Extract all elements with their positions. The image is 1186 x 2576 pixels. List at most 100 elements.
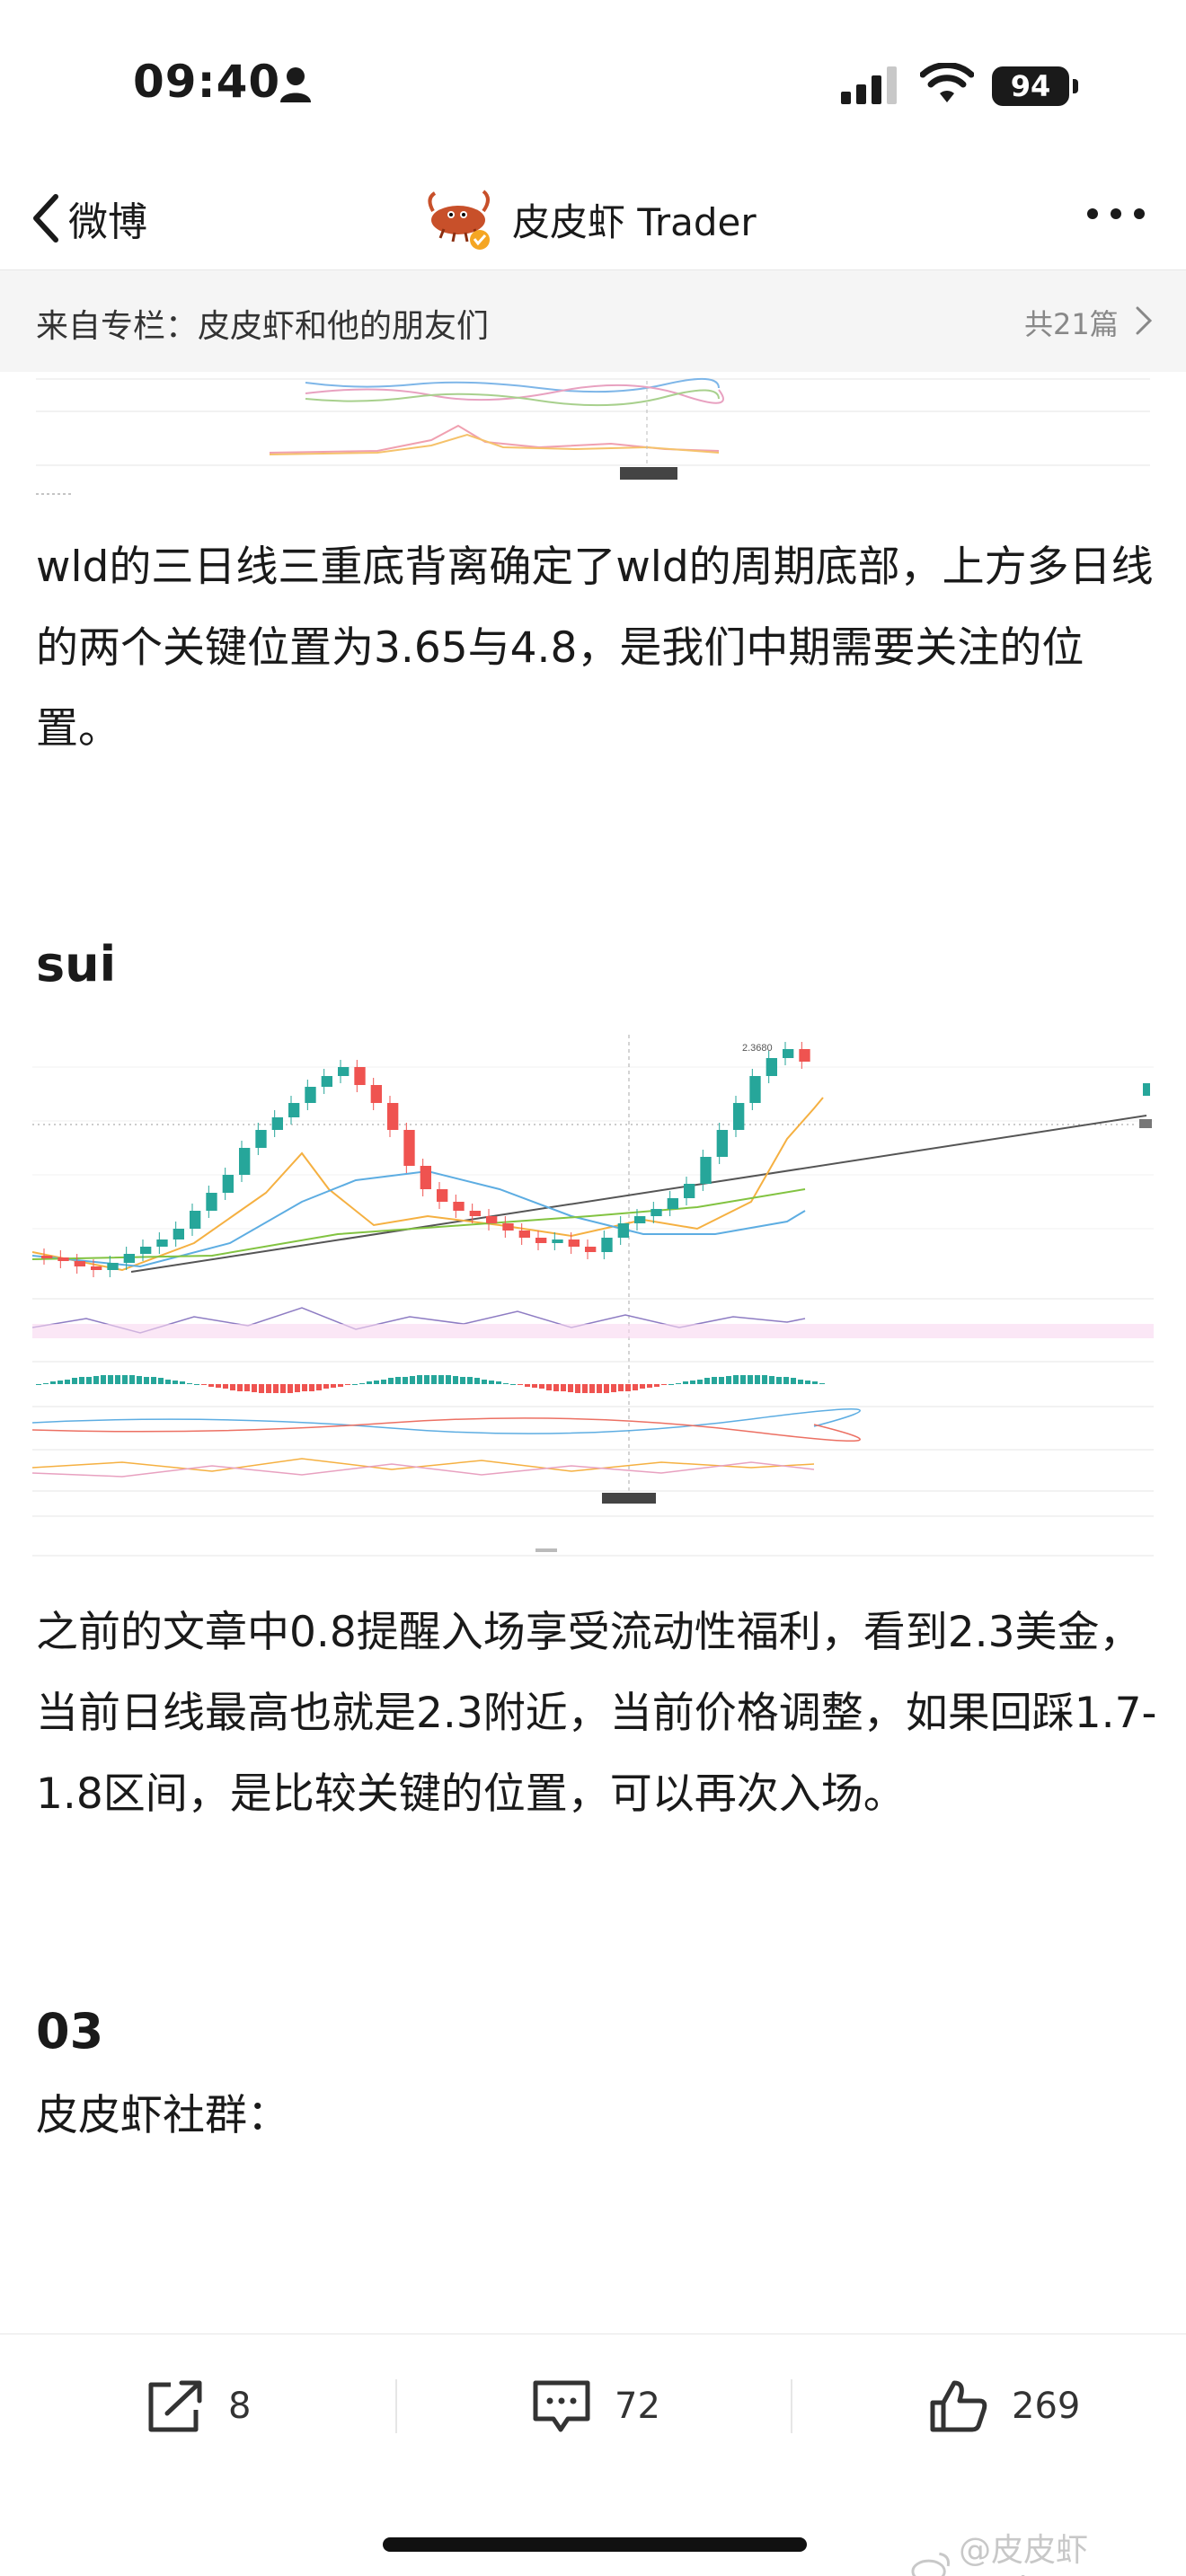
macd-bar	[223, 1384, 228, 1389]
candle-body	[617, 1223, 629, 1238]
macd-bar	[604, 1384, 609, 1393]
macd-bar	[137, 1376, 142, 1384]
macd-bar	[345, 1384, 350, 1385]
macd-bar	[769, 1376, 774, 1384]
macd-bar	[503, 1383, 509, 1384]
macd-bar	[482, 1380, 487, 1384]
macd-bar	[72, 1378, 77, 1384]
candle-body	[486, 1216, 498, 1223]
macd-bar	[101, 1375, 106, 1384]
macd-bar	[352, 1384, 358, 1385]
svg-text:2.3680: 2.3680	[742, 1043, 773, 1054]
weibo-watermark: @皮皮虾Trader	[909, 2524, 1186, 2576]
macd-bar	[712, 1377, 717, 1384]
macd-bar	[367, 1381, 372, 1384]
candle-body	[222, 1175, 234, 1193]
sui-chart-image[interactable]: 2.3680	[32, 1031, 1154, 1557]
candle-body	[733, 1103, 745, 1130]
share-button[interactable]: 8	[144, 2370, 251, 2442]
status-bar: 09:40 94	[0, 0, 1186, 171]
battery-tip	[1073, 79, 1078, 93]
candle-body	[783, 1049, 794, 1058]
comment-button[interactable]: 72	[530, 2370, 660, 2442]
macd-bar	[467, 1377, 473, 1384]
column-title: 来自专栏：皮皮虾和他的朋友们	[36, 308, 490, 345]
weibo-logo-icon	[911, 2552, 950, 2576]
macd-bar	[216, 1384, 221, 1388]
macd-bar	[359, 1383, 365, 1384]
article-paragraph: 之前的文章中0.8提醒入场享受流动性福利，看到2.3美金，当前日线最高也就是2.…	[36, 1608, 1157, 1819]
macd-bar	[417, 1375, 422, 1384]
candle-body	[453, 1202, 465, 1211]
macd-bar	[561, 1384, 566, 1391]
candle-body	[156, 1239, 168, 1247]
macd-bar	[618, 1384, 624, 1391]
column-article-count: 共21篇	[1024, 307, 1119, 341]
macd-bar	[755, 1375, 760, 1384]
macd-bar	[791, 1378, 796, 1384]
macd-bar	[683, 1381, 688, 1384]
candle-body	[601, 1238, 613, 1252]
macd-bar	[194, 1384, 199, 1385]
candle-body	[518, 1231, 530, 1238]
macd-bar	[331, 1384, 336, 1388]
macd-bar	[647, 1384, 652, 1388]
more-icon[interactable]	[1084, 203, 1148, 225]
candle-body	[634, 1216, 646, 1223]
candle-body	[354, 1067, 366, 1085]
comment-count: 72	[615, 2386, 660, 2427]
macd-bar	[460, 1377, 465, 1384]
macd-bar	[244, 1384, 250, 1391]
macd-bar	[230, 1384, 235, 1390]
macd-bar	[338, 1384, 343, 1387]
macd-bar	[403, 1377, 408, 1384]
macd-bar	[690, 1381, 695, 1384]
macd-bar	[611, 1384, 616, 1392]
macd-bar	[288, 1384, 293, 1393]
macd-bar	[575, 1384, 580, 1393]
macd-bar	[295, 1384, 300, 1392]
macd-bar	[783, 1377, 789, 1384]
macd-bar	[424, 1375, 429, 1384]
candle-body	[370, 1085, 382, 1103]
macd-bar	[489, 1381, 494, 1384]
macd-bar	[43, 1383, 49, 1384]
thumbs-up-icon	[930, 2380, 987, 2432]
macd-bar	[158, 1378, 164, 1384]
macd-bar	[697, 1380, 703, 1384]
macd-bar	[266, 1384, 271, 1393]
avatar[interactable]	[424, 184, 494, 254]
candle-body	[749, 1076, 761, 1103]
back-button[interactable]: 微博	[27, 187, 147, 250]
candle-body	[239, 1148, 251, 1175]
chevron-right-icon	[1136, 306, 1153, 335]
wld-chart-image[interactable]	[36, 372, 1150, 498]
macd-bar	[208, 1384, 214, 1387]
watermark-text: @皮皮虾Trader	[959, 2532, 1089, 2576]
author-name[interactable]: 皮皮虾 Trader	[512, 192, 757, 247]
candle-body	[41, 1256, 53, 1258]
home-indicator[interactable]	[383, 2537, 807, 2552]
comment-icon	[533, 2380, 590, 2432]
like-button[interactable]: 269	[927, 2370, 1080, 2442]
author-header[interactable]: 皮皮虾 Trader	[424, 183, 757, 255]
column-banner[interactable]: 来自专栏：皮皮虾和他的朋友们 共21篇	[0, 269, 1186, 372]
macd-bar	[237, 1384, 243, 1391]
macd-bar	[640, 1384, 645, 1389]
divider	[791, 2379, 792, 2433]
macd-bar	[704, 1378, 710, 1384]
macd-bar	[748, 1375, 753, 1384]
macd-bar	[395, 1377, 401, 1384]
cellular-signal-icon	[841, 66, 897, 104]
macd-bar	[302, 1384, 307, 1391]
macd-bar	[93, 1376, 99, 1384]
candle-body	[420, 1166, 431, 1189]
candle-body	[321, 1076, 332, 1087]
macd-bar	[633, 1384, 638, 1390]
macd-bar	[410, 1376, 415, 1384]
candle-body	[684, 1184, 695, 1198]
macd-bar	[819, 1383, 825, 1384]
candle-body	[766, 1058, 777, 1076]
candle-body	[651, 1209, 662, 1216]
macd-bar	[776, 1377, 782, 1384]
